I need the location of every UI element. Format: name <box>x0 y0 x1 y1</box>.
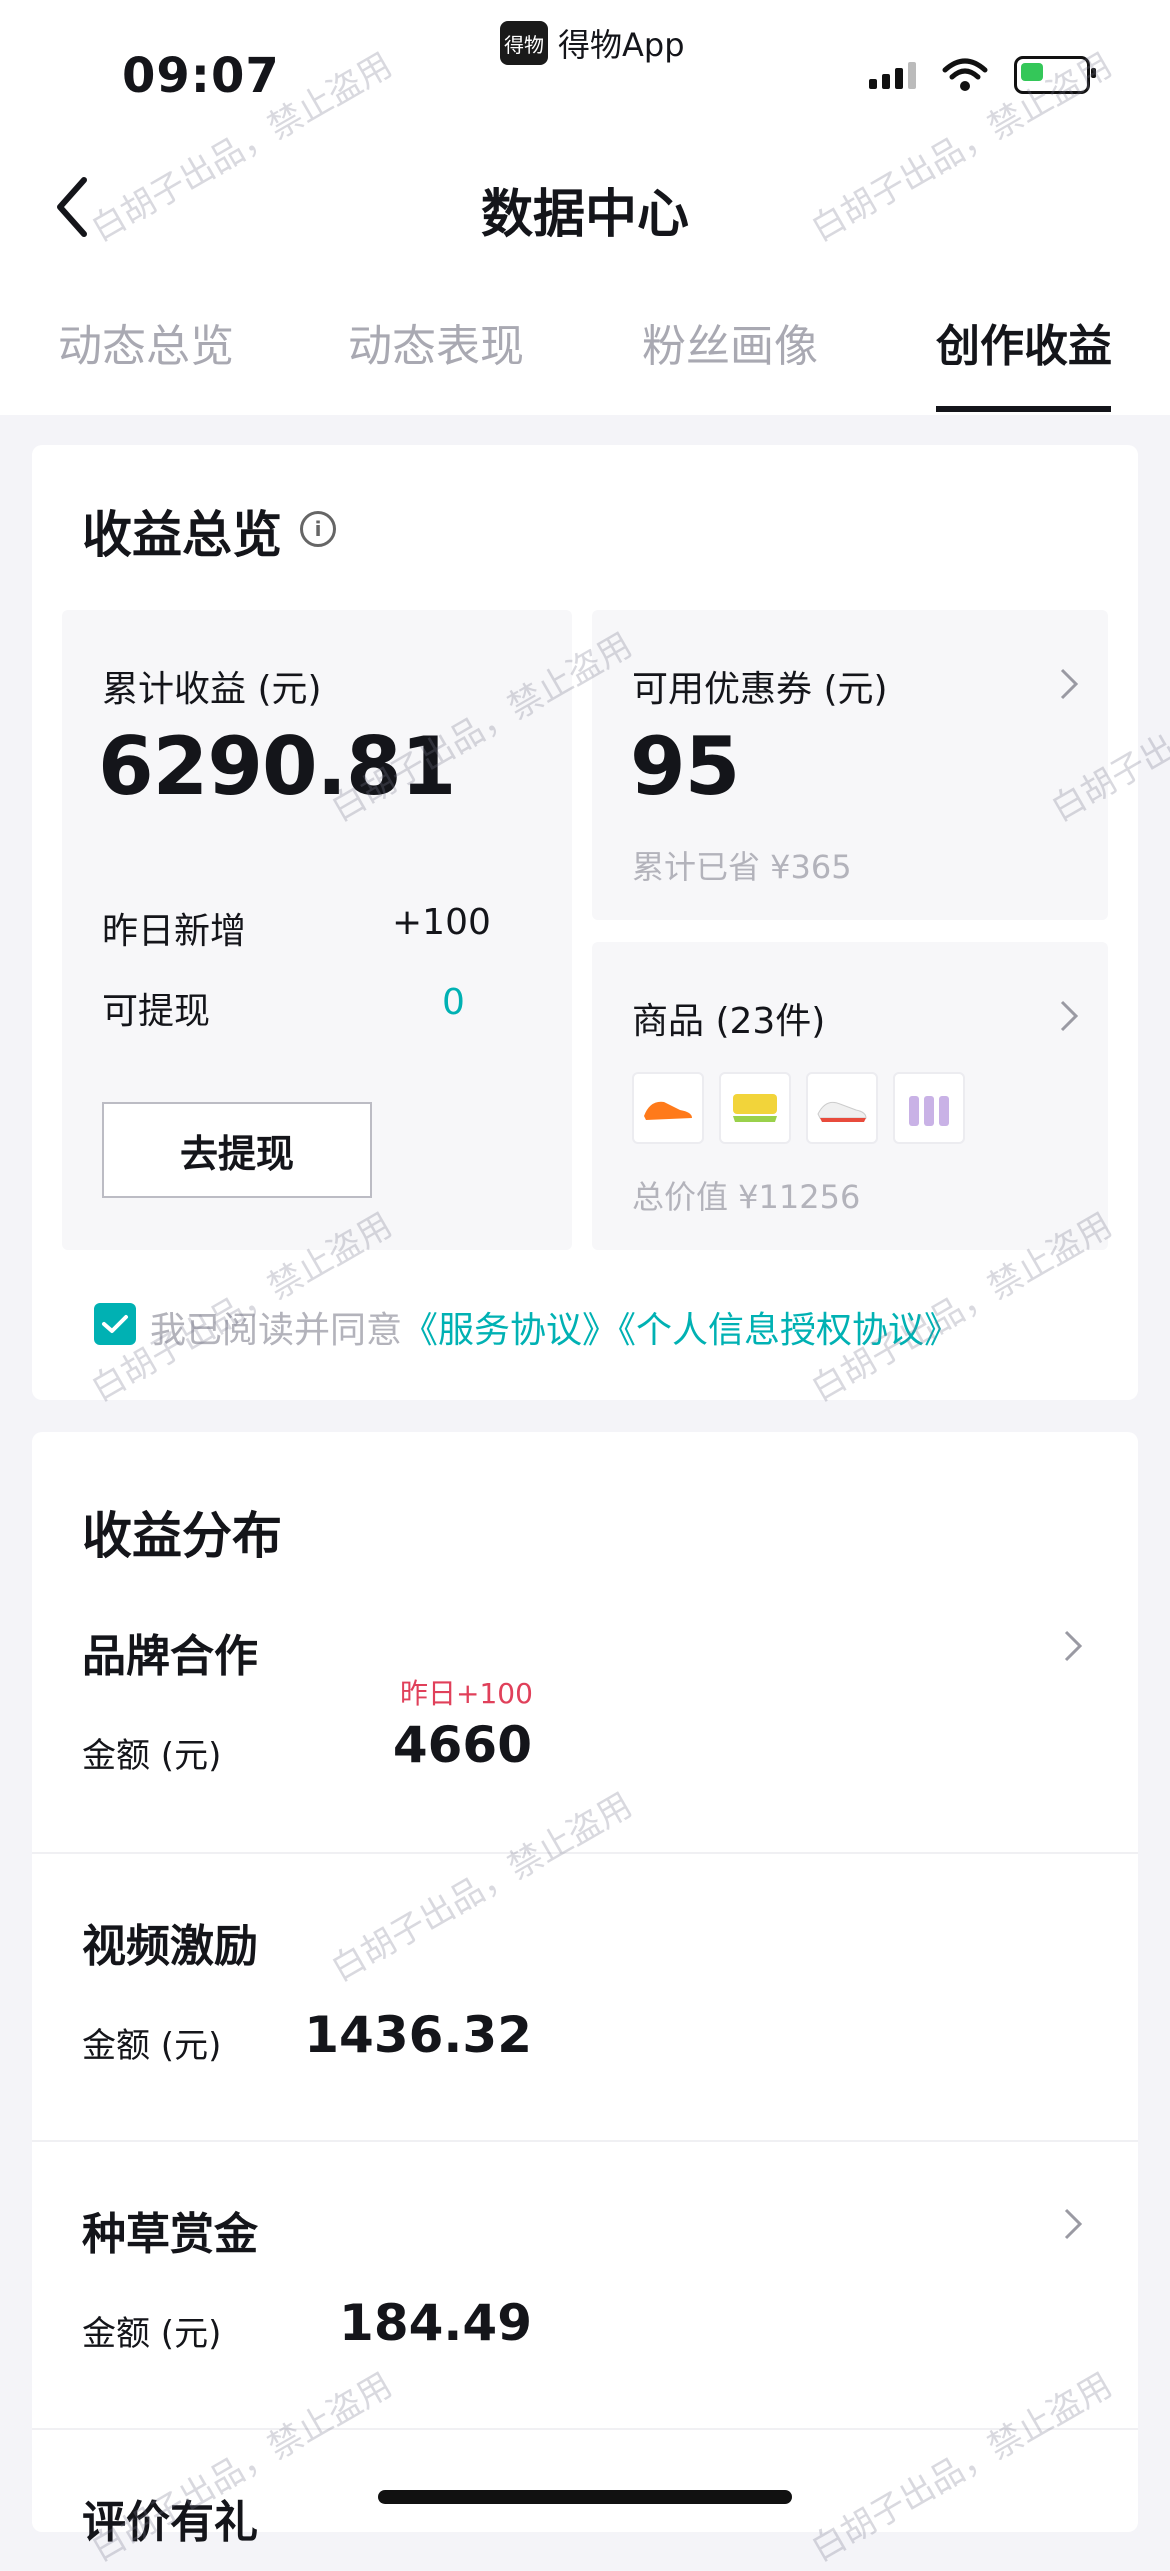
shoe-icon <box>644 1101 692 1120</box>
agreement-checkbox[interactable] <box>94 1303 136 1345</box>
agreement-prefix: 我已阅读并同意 <box>150 1310 403 1351</box>
service-agreement-link[interactable]: 《服务协议》 <box>402 1310 618 1351</box>
item-amount: 184.49 <box>339 2294 532 2352</box>
item-amount-label: 金额 (元) <box>82 2026 222 2066</box>
checkmark-icon <box>102 1315 128 1333</box>
wifi-icon <box>942 58 988 91</box>
item-amount: 4660 <box>392 1716 532 1774</box>
item-amount-label: 金额 (元) <box>82 2314 222 2354</box>
cumulative-value: 6290.81 <box>98 720 456 813</box>
shoe-icon <box>733 1094 777 1122</box>
tab-bar: 动态总览 动态表现 粉丝画像 创作收益 <box>0 310 1170 415</box>
shoe-icon <box>817 1101 867 1122</box>
tab-active-indicator <box>936 406 1111 412</box>
item-name: 种草赏金 <box>82 2209 258 2260</box>
app-badge: 得物 得物App <box>500 20 685 66</box>
cumulative-label: 累计收益 (元) <box>102 669 322 710</box>
divider <box>32 2428 1138 2430</box>
item-name: 品牌合作 <box>82 1631 258 1682</box>
goods-label: 商品 (23件) <box>632 1001 826 1042</box>
earnings-distribution-card: 收益分布 品牌合作 昨日+100 金额 (元) 4660 视频激励 金额 (元)… <box>32 1432 1138 2548</box>
withdrawable-value: 0 <box>442 982 465 1023</box>
coupon-value: 95 <box>630 720 740 813</box>
home-indicator <box>378 2490 792 2504</box>
yesterday-value: +100 <box>392 902 491 943</box>
product-thumb-orange-shoe[interactable] <box>632 1072 704 1144</box>
earnings-overview-card: 收益总览 i 累计收益 (元) 6290.81 昨日新增 +100 可提现 0 … <box>32 445 1138 1400</box>
chevron-right-icon <box>1064 1630 1083 1662</box>
coupon-label: 可用优惠券 (元) <box>632 669 888 710</box>
signal-icon <box>869 61 916 89</box>
product-thumb-bottles[interactable] <box>893 1072 965 1144</box>
product-thumb-yellow-shoe[interactable] <box>719 1072 791 1144</box>
item-name: 评价有礼 <box>82 2497 258 2548</box>
chevron-right-icon <box>1064 2208 1083 2240</box>
withdraw-button[interactable]: 去提现 <box>102 1102 372 1198</box>
chevron-right-icon <box>1060 668 1079 700</box>
overview-title: 收益总览 <box>82 506 282 564</box>
agreement-text: 我已阅读并同意《服务协议》《个人信息授权协议》 <box>150 1301 960 1353</box>
item-amount-label: 金额 (元) <box>82 1736 222 1776</box>
battery-icon <box>1014 56 1096 94</box>
tab-overview[interactable]: 动态总览 <box>58 310 234 374</box>
goods-panel[interactable]: 商品 (23件) 总价值 ¥11256 <box>592 942 1108 1250</box>
page-title: 数据中心 <box>480 185 689 245</box>
tab-creator-earnings[interactable]: 创作收益 <box>936 310 1112 374</box>
chevron-right-icon <box>1060 1000 1079 1032</box>
divider <box>32 1852 1138 1854</box>
coupon-saved: 累计已省 ¥365 <box>632 848 852 886</box>
cumulative-panel: 累计收益 (元) 6290.81 昨日新增 +100 可提现 0 去提现 <box>62 610 572 1250</box>
app-logo-icon: 得物 <box>500 21 548 65</box>
yesterday-label: 昨日新增 <box>102 911 247 952</box>
item-delta: 昨日+100 <box>400 1677 533 1710</box>
withdrawable-label: 可提现 <box>102 991 211 1032</box>
info-icon[interactable]: i <box>300 511 336 547</box>
privacy-agreement-link[interactable]: 《个人信息授权协议》 <box>618 1310 960 1351</box>
divider <box>32 2140 1138 2142</box>
bottles-icon <box>909 1096 949 1126</box>
coupon-panel[interactable]: 可用优惠券 (元) 95 累计已省 ¥365 <box>592 610 1108 920</box>
item-name: 视频激励 <box>82 1921 258 1972</box>
tab-performance[interactable]: 动态表现 <box>348 310 524 374</box>
distribution-title: 收益分布 <box>82 1507 282 1565</box>
status-time: 09:07 <box>122 48 280 104</box>
goods-total: 总价值 ¥11256 <box>632 1178 861 1216</box>
item-amount: 1436.32 <box>304 2006 532 2064</box>
tab-fan-profile[interactable]: 粉丝画像 <box>642 310 818 374</box>
product-thumb-red-shoe[interactable] <box>806 1072 878 1144</box>
app-name: 得物App <box>558 26 685 64</box>
status-icons <box>869 56 1096 94</box>
